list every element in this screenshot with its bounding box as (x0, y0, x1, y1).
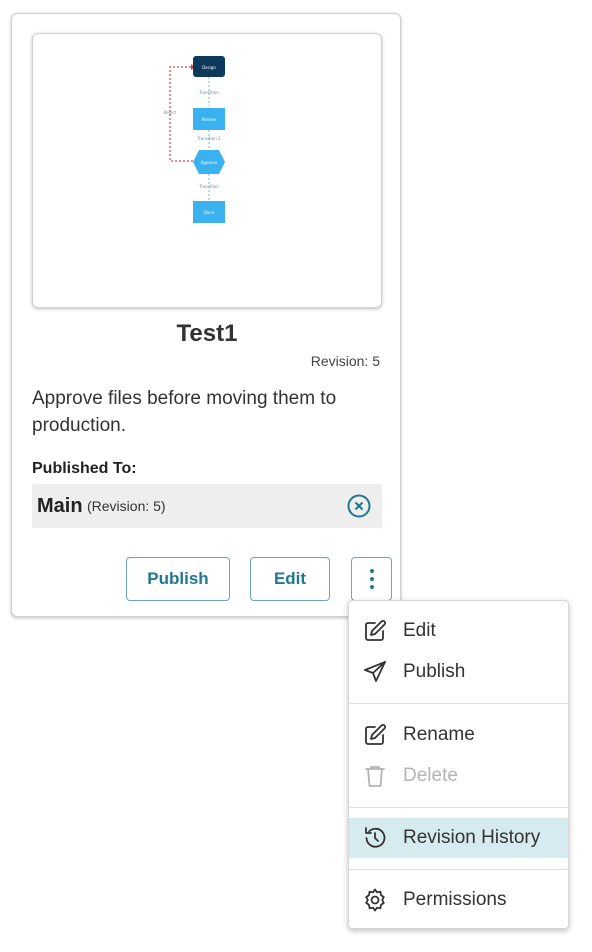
menu-item-edit[interactable]: Edit (349, 611, 568, 651)
remove-circle-icon[interactable] (347, 494, 371, 518)
edge-label: Transition 2 (196, 136, 221, 141)
menu-item-label: Rename (403, 724, 475, 745)
published-target-name: Main (37, 495, 83, 517)
workflow-diagram-thumbnail[interactable]: Transition Transition 2 Transition Rejec… (32, 33, 382, 308)
node-label: Done (204, 210, 215, 215)
history-icon (362, 825, 388, 851)
menu-item-permissions[interactable]: Permissions (349, 880, 568, 920)
workflow-diagram: Transition Transition 2 Transition Rejec… (164, 56, 225, 223)
paper-plane-icon (362, 659, 388, 685)
edit-button[interactable]: Edit (250, 557, 330, 601)
menu-item-label: Revision History (403, 827, 541, 848)
edge-label: Reject (164, 110, 177, 115)
edge-label: Transition (198, 184, 219, 189)
menu-divider (349, 703, 568, 704)
card-options-menu: Edit Publish Rename Delete Revision Hist… (348, 600, 569, 929)
vertical-dots-icon (369, 569, 374, 589)
menu-item-revision-history[interactable]: Revision History (349, 818, 568, 858)
edge-label: Transition (198, 90, 219, 95)
menu-item-label: Edit (403, 620, 436, 641)
menu-item-label: Permissions (403, 889, 507, 910)
menu-item-label: Delete (403, 765, 458, 786)
publish-button[interactable]: Publish (126, 557, 230, 601)
published-target-revision: (Revision: 5) (87, 498, 166, 514)
trash-icon (362, 763, 388, 789)
gear-icon (362, 887, 388, 913)
menu-item-rename[interactable]: Rename (349, 715, 568, 755)
pencil-icon (362, 618, 388, 644)
published-to-label: Published To: (32, 460, 137, 477)
menu-item-publish[interactable]: Publish (349, 652, 568, 692)
node-label: Design (202, 65, 216, 70)
node-label: Approve (201, 160, 218, 165)
card-title: Test1 (176, 320, 238, 347)
node-label: Review (202, 117, 217, 122)
pencil-icon (362, 722, 388, 748)
published-target-row: Main (Revision: 5) (32, 484, 382, 528)
menu-item-delete[interactable]: Delete (349, 756, 568, 796)
workflow-card: Transition Transition 2 Transition Rejec… (11, 13, 401, 617)
menu-item-label: Publish (403, 661, 466, 682)
menu-divider (349, 869, 568, 870)
menu-divider (349, 807, 568, 808)
revision-label: Revision: 5 (310, 353, 380, 369)
more-options-button[interactable] (351, 557, 392, 601)
card-description: Approve files before moving them to prod… (32, 388, 337, 436)
